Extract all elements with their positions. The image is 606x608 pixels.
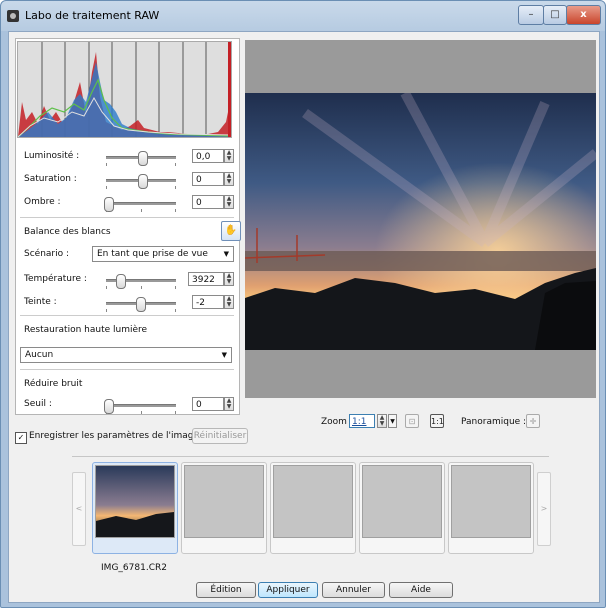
temperature-spinner[interactable]: ▲ ▼ bbox=[224, 272, 234, 286]
empty-thumbnail bbox=[451, 465, 531, 538]
save-params-checkbox[interactable]: ✓ bbox=[15, 432, 27, 444]
help-button[interactable]: Aide bbox=[389, 582, 453, 598]
divider bbox=[72, 456, 549, 457]
scenario-value: En tant que prise de vue bbox=[97, 249, 208, 259]
chevron-right-icon[interactable]: > bbox=[537, 472, 551, 546]
teinte-slider[interactable] bbox=[106, 297, 176, 312]
seuil-slider-thumb[interactable] bbox=[104, 399, 114, 414]
thumbnail-caption: IMG_6781.CR2 bbox=[101, 563, 167, 573]
temperature-row: Température : 3922 ▲ ▼ bbox=[24, 271, 234, 289]
close-button[interactable]: x bbox=[566, 5, 601, 25]
histogram bbox=[17, 41, 232, 138]
scenario-dropdown[interactable]: En tant que prise de vue ▼ bbox=[92, 246, 234, 262]
luminosite-slider[interactable] bbox=[106, 151, 176, 166]
divider bbox=[20, 369, 234, 370]
highlight-value: Aucun bbox=[25, 350, 54, 360]
saturation-label: Saturation : bbox=[24, 174, 77, 184]
seuil-row: Seuil : 0 ▲ ▼ bbox=[24, 396, 234, 414]
seuil-label: Seuil : bbox=[24, 399, 52, 409]
luminosite-spinner[interactable]: ▲ ▼ bbox=[224, 149, 234, 163]
saturation-row: Saturation : 0 ▲ ▼ bbox=[24, 171, 234, 189]
temperature-slider-thumb[interactable] bbox=[116, 274, 126, 289]
ombre-label: Ombre : bbox=[24, 197, 61, 207]
highlight-dropdown[interactable]: Aucun ▼ bbox=[20, 347, 232, 363]
reset-button[interactable]: Réinitialiser bbox=[192, 428, 248, 444]
preview-photo bbox=[245, 93, 596, 350]
empty-thumbnail bbox=[184, 465, 264, 538]
zoom-spinner[interactable]: ▲ ▼ bbox=[377, 414, 387, 428]
ombre-spinner[interactable]: ▲ ▼ bbox=[224, 195, 234, 209]
minimize-button[interactable]: – bbox=[518, 5, 544, 25]
window-title: Labo de traitement RAW bbox=[25, 9, 160, 22]
luminosite-row: Luminosité : 0,0 ▲ ▼ bbox=[24, 148, 234, 166]
seuil-spinner[interactable]: ▲ ▼ bbox=[224, 397, 234, 411]
chevron-down-icon: ▼ bbox=[223, 250, 229, 258]
luminosite-field[interactable]: 0,0 bbox=[192, 149, 224, 163]
empty-thumbnail bbox=[273, 465, 353, 538]
thumbnail-slot[interactable] bbox=[92, 462, 178, 554]
highlight-heading: Restauration haute lumière bbox=[24, 325, 148, 335]
chevron-left-icon[interactable]: < bbox=[72, 472, 86, 546]
teinte-row: Teinte : -2 ▲ ▼ bbox=[24, 294, 234, 312]
seuil-field[interactable]: 0 bbox=[192, 397, 224, 411]
divider bbox=[20, 315, 234, 316]
thumbnail-slot[interactable] bbox=[181, 462, 267, 554]
noise-header-row: Réduire bruit bbox=[24, 376, 234, 394]
teinte-spinner[interactable]: ▲ ▼ bbox=[224, 295, 234, 309]
landscape-photo bbox=[245, 93, 596, 350]
teinte-slider-thumb[interactable] bbox=[136, 297, 146, 312]
scenario-label: Scénario : bbox=[24, 249, 70, 259]
maximize-button[interactable]: □ bbox=[543, 5, 567, 25]
ombre-field[interactable]: 0 bbox=[192, 195, 224, 209]
saturation-spinner[interactable]: ▲ ▼ bbox=[224, 172, 234, 186]
thumbnail-image bbox=[95, 465, 175, 538]
histogram-graph bbox=[17, 42, 232, 138]
temperature-field[interactable]: 3922 bbox=[188, 272, 224, 286]
ombre-row: Ombre : 0 ▲ ▼ bbox=[24, 194, 234, 212]
luminosite-label: Luminosité : bbox=[24, 151, 80, 161]
chevron-down-icon: ▼ bbox=[221, 351, 227, 359]
edit-button[interactable]: Édition bbox=[196, 582, 256, 598]
teinte-label: Teinte : bbox=[24, 297, 57, 307]
cancel-button[interactable]: Annuler bbox=[322, 582, 385, 598]
divider bbox=[20, 217, 234, 218]
image-preview[interactable] bbox=[245, 40, 596, 398]
fit-screen-icon[interactable]: ⊡ bbox=[405, 414, 419, 428]
dialog-client: Luminosité : 0,0 ▲▼ Saturation : 0 ▲▼ bbox=[8, 31, 600, 603]
scenario-row: Scénario : En tant que prise de vue ▼ bbox=[24, 246, 234, 264]
camera-icon bbox=[7, 10, 19, 22]
highlight-row: Restauration haute lumière bbox=[24, 322, 234, 340]
hand-icon[interactable]: ✋ bbox=[221, 221, 241, 241]
adjustments-panel: Luminosité : 0,0 ▲▼ Saturation : 0 ▲▼ bbox=[15, 38, 241, 415]
seuil-slider[interactable] bbox=[104, 399, 176, 414]
temperature-label: Température : bbox=[24, 274, 87, 284]
saturation-slider[interactable] bbox=[106, 174, 176, 189]
filmstrip: < > bbox=[72, 462, 551, 559]
crosshair-icon[interactable]: ✛ bbox=[526, 414, 540, 428]
saturation-slider-thumb[interactable] bbox=[138, 174, 148, 189]
thumbnail-slot[interactable] bbox=[448, 462, 534, 554]
thumbnail-slot[interactable] bbox=[270, 462, 356, 554]
zoom-dropdown[interactable]: ▼ bbox=[388, 414, 397, 428]
apply-button[interactable]: Appliquer bbox=[258, 582, 318, 598]
save-params-label: Enregistrer les paramètres de l'image bbox=[29, 431, 200, 441]
teinte-field[interactable]: -2 bbox=[192, 295, 224, 309]
ombre-slider-thumb[interactable] bbox=[104, 197, 114, 212]
thumbnail-slot[interactable] bbox=[359, 462, 445, 554]
noise-heading: Réduire bruit bbox=[24, 379, 83, 389]
app-window: Labo de traitement RAW – □ x Luminosité … bbox=[0, 0, 606, 608]
title-bar[interactable]: Labo de traitement RAW – □ x bbox=[1, 1, 605, 31]
pan-label: Panoramique : bbox=[461, 417, 527, 427]
luminosite-slider-thumb[interactable] bbox=[138, 151, 148, 166]
actual-size-icon[interactable]: 1:1 bbox=[430, 414, 444, 428]
white-balance-header: Balance des blancs ✋ bbox=[24, 221, 241, 242]
zoom-field[interactable]: 1:1 bbox=[349, 414, 375, 428]
temperature-slider[interactable] bbox=[106, 274, 176, 289]
white-balance-heading: Balance des blancs bbox=[24, 227, 111, 237]
ombre-slider[interactable] bbox=[104, 197, 176, 212]
saturation-field[interactable]: 0 bbox=[192, 172, 224, 186]
empty-thumbnail bbox=[362, 465, 442, 538]
